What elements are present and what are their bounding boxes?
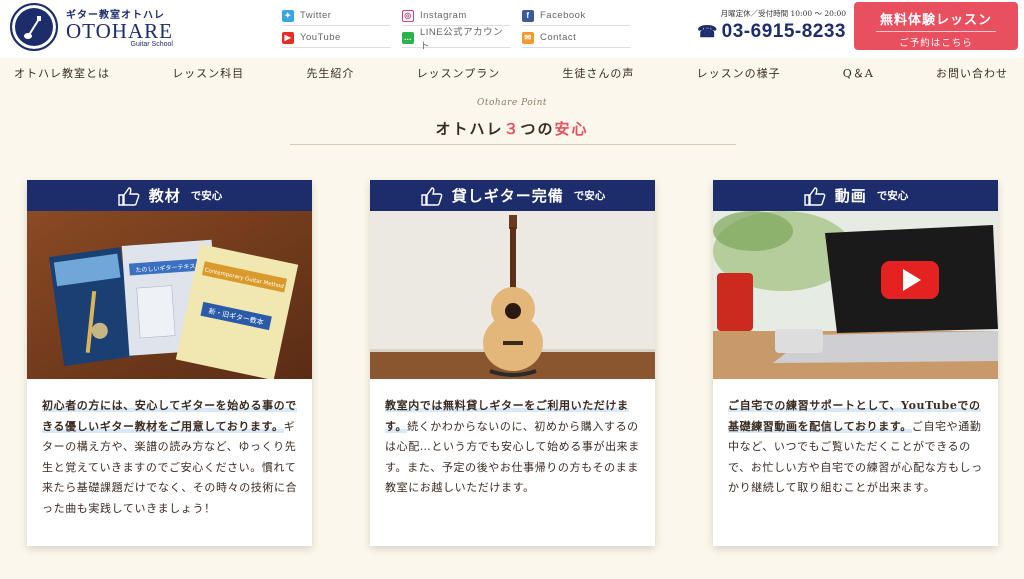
logo-wordmark: OTOHARE xyxy=(66,19,173,43)
youtube-laptop-image xyxy=(713,211,998,379)
twitter-icon: ✦ xyxy=(282,9,294,22)
sns-label: YouTube xyxy=(300,32,341,43)
section-script-label: Otohare Point xyxy=(477,98,547,108)
title-highlight: 安心 xyxy=(554,120,589,138)
site-header: ギター教室オトハレ OTOHARE Guitar School ✦ Twitte… xyxy=(0,0,1024,58)
card-header: 貸しギター完備 で安心 xyxy=(370,180,655,211)
thumbs-up-icon xyxy=(118,186,140,206)
sns-label: Facebook xyxy=(540,10,586,21)
card-description: 初心者の方には、安心してギターを始める事のできる優しいギター教材をご用意しており… xyxy=(27,379,312,519)
sns-label: Instagram xyxy=(420,10,467,21)
sns-label: Contact xyxy=(540,32,577,43)
business-hours: 月曜定休／受付時間 10:00 ～ 20:00 xyxy=(720,9,846,18)
card-title: 貸しギター完備 xyxy=(451,187,564,205)
phone-text: 03-6915-8233 xyxy=(721,21,846,42)
point-card-videos: 動画 で安心 ご自宅での練習サポートとして、YouTubeでの基礎練習動画を配信… xyxy=(713,180,998,546)
sns-label: Twitter xyxy=(300,10,332,21)
card-body-text: ギターの構え方や、楽譜の読み方など、ゆっくり先生と覚えていきますのでご安心くださ… xyxy=(42,419,298,515)
guitar-textbooks-image: たのしいギターテキスト Contemporary Guitar Method 新・… xyxy=(27,211,312,379)
card-title: 動画 xyxy=(834,187,867,205)
sns-link-youtube[interactable]: ▶ YouTube xyxy=(282,28,390,48)
classical-guitar-image xyxy=(370,211,655,379)
sns-link-twitter[interactable]: ✦ Twitter xyxy=(282,6,390,26)
line-icon: … xyxy=(402,31,414,44)
card-highlight-text: 初心者の方には、安心してギターを始める事のできる優しいギター教材をご用意しており… xyxy=(42,399,297,433)
contact-info: 月曜定休／受付時間 10:00 ～ 20:00 ☎ 03-6915-8233 xyxy=(686,8,846,43)
instagram-icon: ◎ xyxy=(402,9,414,22)
trial-button-subtitle: ご予約はこちら xyxy=(899,38,973,49)
nav-item-contact[interactable]: お問い合わせ xyxy=(936,65,1008,81)
sns-label: LINE公式アカウント xyxy=(420,26,504,52)
section-title: オトハレ３つの安心 xyxy=(0,118,1024,139)
card-title-suffix: で安心 xyxy=(876,190,909,202)
card-title-suffix: で安心 xyxy=(573,190,606,202)
sns-link-facebook[interactable]: f Facebook xyxy=(522,6,630,26)
card-title: 教材 xyxy=(148,187,181,205)
phone-icon: ☎ xyxy=(697,24,718,41)
title-part: オトハレ xyxy=(435,120,504,138)
point-card-rental-guitar: 貸しギター完備 で安心 教室内では無料貸しギターをご利用いただけます。続くかわか… xyxy=(370,180,655,546)
nav-item-faq[interactable]: Q＆A xyxy=(843,65,874,81)
main-nav: オトハレ教室とは レッスン科目 先生紹介 レッスンプラン 生徒さんの声 レッスン… xyxy=(0,58,1024,88)
youtube-icon: ▶ xyxy=(282,31,294,44)
thumbs-up-icon xyxy=(804,186,826,206)
sns-link-contact[interactable]: ✉ Contact xyxy=(522,28,630,48)
nav-item-about[interactable]: オトハレ教室とは xyxy=(14,65,110,81)
nav-item-lesson-scenes[interactable]: レッスンの様子 xyxy=(697,65,781,81)
title-number: ３ xyxy=(503,120,521,138)
card-description: ご自宅での練習サポートとして、YouTubeでの基礎練習動画を配信しております。… xyxy=(713,379,998,499)
facebook-icon: f xyxy=(522,9,534,22)
nav-item-lesson-plans[interactable]: レッスンプラン xyxy=(417,65,501,81)
free-trial-button[interactable]: 無料体験レッスン ご予約はこちら xyxy=(854,2,1018,50)
logo[interactable]: ギター教室オトハレ OTOHARE Guitar School xyxy=(66,6,173,48)
card-header: 教材 で安心 xyxy=(27,180,312,211)
card-header: 動画 で安心 xyxy=(713,180,998,211)
logo-seal[interactable] xyxy=(10,3,58,51)
title-part: つの xyxy=(520,120,555,138)
section-divider xyxy=(290,144,736,145)
point-card-materials: 教材 で安心 たのしいギターテキスト Contemporary Guitar M… xyxy=(27,180,312,546)
mail-icon: ✉ xyxy=(522,31,534,44)
phone-number[interactable]: ☎ 03-6915-8233 xyxy=(686,21,846,43)
thumbs-up-icon xyxy=(421,186,443,206)
trial-button-title: 無料体験レッスン xyxy=(876,9,996,32)
nav-item-teachers[interactable]: 先生紹介 xyxy=(306,65,354,81)
sns-link-line[interactable]: … LINE公式アカウント xyxy=(402,27,510,52)
nav-item-lesson-subjects[interactable]: レッスン科目 xyxy=(172,65,244,81)
card-title-suffix: で安心 xyxy=(190,190,223,202)
card-body-text: 続くかわからないのに、初めから購入するのは心配…という方でも安心して始める事が出… xyxy=(385,419,640,495)
card-description: 教室内では無料貸しギターをご利用いただけます。続くかわからないのに、初めから購入… xyxy=(370,379,655,499)
nav-item-student-voices[interactable]: 生徒さんの声 xyxy=(562,65,634,81)
